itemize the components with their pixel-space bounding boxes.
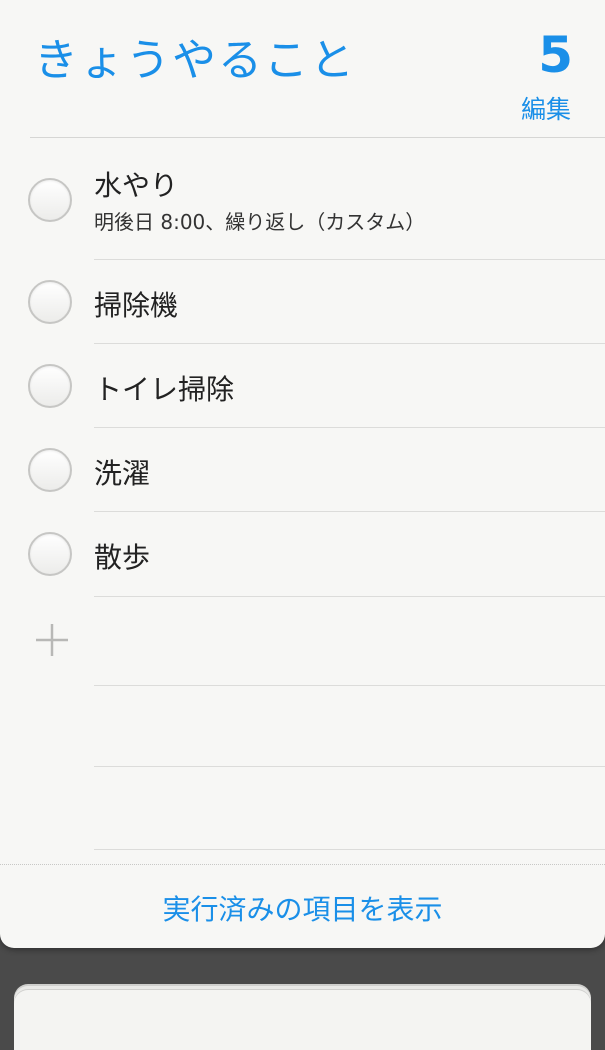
row-divider [94,766,605,767]
stacked-lists[interactable] [14,990,591,1050]
circle-checkbox-icon[interactable] [28,532,72,576]
task-title[interactable]: 水やり [94,164,178,204]
show-completed-button[interactable]: 実行済みの項目を表示 [0,888,605,928]
task-row[interactable]: 洗濯 [0,428,605,512]
circle-checkbox-icon[interactable] [28,448,72,492]
list-title: きょうやること [34,35,356,86]
edit-button[interactable]: 編集 [521,90,571,126]
circle-checkbox-icon[interactable] [28,280,72,324]
task-title[interactable]: 掃除機 [94,284,178,324]
plus-icon[interactable] [34,622,70,658]
task-due-date: 明後日 8:00、繰り返し（カスタム） [94,210,426,234]
task-title[interactable]: 洗濯 [94,452,150,492]
task-title[interactable]: トイレ掃除 [94,368,234,408]
footer-divider [0,864,605,865]
task-count: 5 [538,26,573,84]
row-divider [94,596,605,597]
task-row[interactable]: トイレ掃除 [0,344,605,428]
row-divider [94,685,605,686]
reminder-list-card: きょうやること 5 編集 水やり 明後日 8:00、繰り返し（カスタム） 掃除機… [0,0,605,948]
task-row[interactable]: 掃除機 [0,260,605,344]
task-row[interactable]: 散歩 [0,512,605,597]
task-title[interactable]: 散歩 [94,536,150,576]
circle-checkbox-icon[interactable] [28,364,72,408]
task-row[interactable]: 水やり 明後日 8:00、繰り返し（カスタム） [0,138,605,260]
circle-checkbox-icon[interactable] [28,178,72,222]
row-divider [94,849,605,850]
list-header: きょうやること 5 編集 [0,0,605,138]
